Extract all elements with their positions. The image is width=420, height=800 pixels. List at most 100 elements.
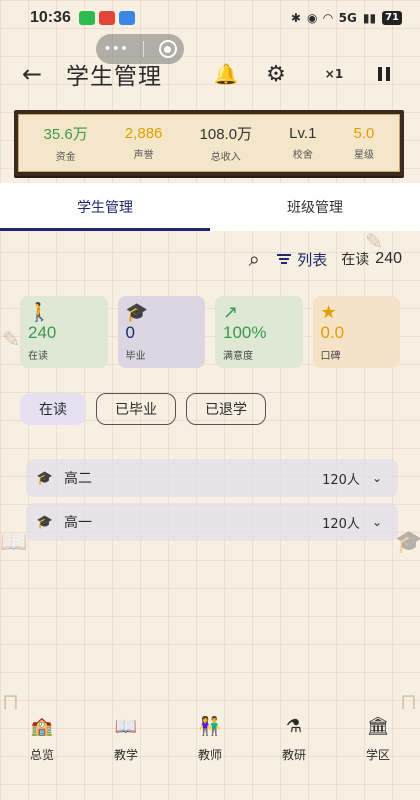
stat-label: 毕业 — [125, 351, 146, 362]
star-icon: ★ — [320, 302, 337, 323]
bluetooth-icon: ✱ — [290, 11, 301, 25]
resource-item: 108.0万总收入 — [200, 123, 253, 163]
speed-button[interactable]: ×1 — [304, 67, 364, 81]
bell-icon[interactable]: 🔔 — [204, 62, 248, 86]
tab-bar: 学生管理 班级管理 — [0, 183, 420, 231]
resource-label: 校舍 — [292, 150, 313, 161]
grade-name: 高一 — [64, 515, 92, 531]
status-indicators: ✱ ◉ ◠ 5G ▮▮ 71 — [291, 11, 402, 25]
grad-cap-icon: 🎓 — [36, 470, 54, 486]
book-decor-icon: 📖 — [0, 530, 28, 555]
resource-value: 108.0万 — [199, 126, 253, 143]
teachers-icon: 👫 — [198, 716, 222, 737]
status-filter-group: 在读 已毕业 已退学 — [20, 393, 266, 425]
grade-count: 120人 — [322, 516, 360, 532]
nav-label: 总览 — [29, 748, 54, 762]
gear-icon[interactable]: ⚙ — [248, 62, 304, 87]
pencil-decor-icon: ✎ — [2, 328, 21, 353]
grad-cap-decor-icon: 🎓 — [395, 530, 420, 555]
flask-icon: ⚗ — [285, 716, 303, 737]
resource-label: 总收入 — [210, 152, 241, 163]
list-toolbar: ⌕ 列表 在读 240 — [0, 244, 420, 274]
tab-class-management[interactable]: 班级管理 — [210, 183, 420, 231]
header-actions: 🔔 ⚙ ×1 — [204, 62, 404, 87]
resource-label: 星级 — [353, 150, 374, 161]
nav-label: 教研 — [281, 748, 306, 762]
pause-icon[interactable] — [364, 67, 404, 81]
stat-value: 240 — [28, 323, 57, 342]
resource-item: 35.6万资金 — [44, 123, 88, 163]
wechat-icon — [78, 11, 95, 25]
stat-card[interactable]: ↗ 100% 满意度 — [215, 296, 303, 368]
status-bar: 10:36 ✱ ◉ ◠ 5G ▮▮ 71 — [0, 0, 420, 36]
page-header: ← 学生管理 🔔 ⚙ ×1 — [0, 54, 420, 94]
nav-label: 学区 — [365, 748, 390, 762]
filter-chip[interactable]: 已毕业 — [96, 393, 176, 425]
grade-row[interactable]: 🎓 高一 120人 ⌄ — [26, 503, 398, 541]
grade-row[interactable]: 🎓 高二 120人 ⌄ — [26, 459, 398, 497]
grad-cap-icon: 🎓 — [125, 302, 148, 323]
filter-chip[interactable]: 已退学 — [186, 393, 266, 425]
bottom-navigation: 🏫 总览 📖 教学 👫 教师 ⚗ 教研 🏛 学区 — [0, 716, 420, 772]
grade-count: 120人 — [322, 472, 360, 488]
chevron-down-icon[interactable]: ⌄ — [372, 515, 382, 529]
view-mode-label: 列表 — [297, 250, 328, 269]
filter-lines-icon — [277, 254, 292, 264]
resource-value: Lv.1 — [289, 125, 317, 142]
grade-name: 高二 — [64, 471, 92, 487]
trend-up-icon: ↗ — [223, 302, 239, 323]
resource-value: 2,886 — [124, 125, 163, 142]
notification-icons — [78, 11, 135, 25]
stat-label: 口碑 — [320, 351, 341, 362]
resource-item: Lv.1 校舍 — [289, 125, 316, 161]
resource-value: 35.6万 — [43, 126, 88, 143]
search-icon[interactable]: ⌕ — [231, 247, 277, 271]
status-time: 10:36 — [30, 9, 71, 26]
battery-icon: 71 — [382, 11, 402, 25]
stat-value: 0 — [125, 323, 135, 342]
stat-value: 0.0 — [320, 323, 345, 342]
stat-card[interactable]: ★ 0.0 口碑 — [312, 296, 400, 368]
stat-value: 100% — [223, 323, 267, 342]
signal-label: 5G — [338, 11, 357, 25]
location-icon: ◉ — [306, 11, 318, 25]
chevron-down-icon[interactable]: ⌄ — [372, 471, 382, 485]
stat-card[interactable]: 🚶 240 在读 — [20, 296, 108, 368]
resource-label: 资金 — [55, 152, 76, 163]
tab-student-management[interactable]: 学生管理 — [0, 183, 210, 231]
nav-item[interactable]: 👫 教师 — [168, 716, 252, 772]
stat-label: 满意度 — [223, 351, 253, 362]
resource-board: 35.6万资金 2,886 声誉 108.0万总收入 Lv.1 校舍 5.0 星级 — [14, 110, 404, 176]
person-walk-icon: 🚶 — [28, 302, 51, 323]
enrolled-count-label: 在读 — [341, 252, 370, 268]
nav-item[interactable]: 🏛 学区 — [336, 716, 420, 772]
back-arrow-icon[interactable]: ← — [22, 60, 52, 88]
app-notification-icon — [98, 11, 115, 25]
nav-label: 教师 — [197, 748, 222, 762]
resource-item: 2,886 声誉 — [125, 125, 163, 161]
app-notification-icon — [118, 11, 135, 25]
signal-icon: ▮▮ — [362, 11, 377, 25]
stats-row: 🚶 240 在读 🎓 0 毕业 ↗ 100% 满意度 ★ 0.0 口碑 — [20, 296, 400, 368]
resource-list: 35.6万资金 2,886 声誉 108.0万总收入 Lv.1 校舍 5.0 星级 — [18, 114, 400, 172]
wifi-icon: ◠ — [323, 11, 333, 25]
grad-cap-icon: 🎓 — [36, 514, 54, 530]
resource-value: 5.0 — [353, 125, 375, 142]
stat-card[interactable]: 🎓 0 毕业 — [117, 296, 205, 368]
stat-label: 在读 — [28, 351, 48, 362]
book-icon: 📖 — [114, 716, 138, 737]
school-icon: 🏫 — [30, 716, 54, 737]
resource-item: 5.0 星级 — [354, 125, 375, 161]
desk-decor-icon: ⊓ — [400, 690, 418, 715]
nav-label: 教学 — [113, 748, 138, 762]
page-title: 学生管理 — [66, 64, 162, 90]
campus-icon: 🏛 — [366, 716, 390, 737]
resource-label: 声誉 — [133, 150, 154, 161]
nav-item[interactable]: 🏫 总览 — [0, 716, 84, 772]
list-view-toggle[interactable]: 列表 — [277, 249, 327, 270]
nav-item[interactable]: 📖 教学 — [84, 716, 168, 772]
desk-decor-icon: ⊓ — [2, 690, 20, 715]
filter-chip[interactable]: 在读 — [20, 393, 86, 425]
nav-item[interactable]: ⚗ 教研 — [252, 716, 336, 772]
enrolled-count-value: 240 — [375, 250, 402, 267]
